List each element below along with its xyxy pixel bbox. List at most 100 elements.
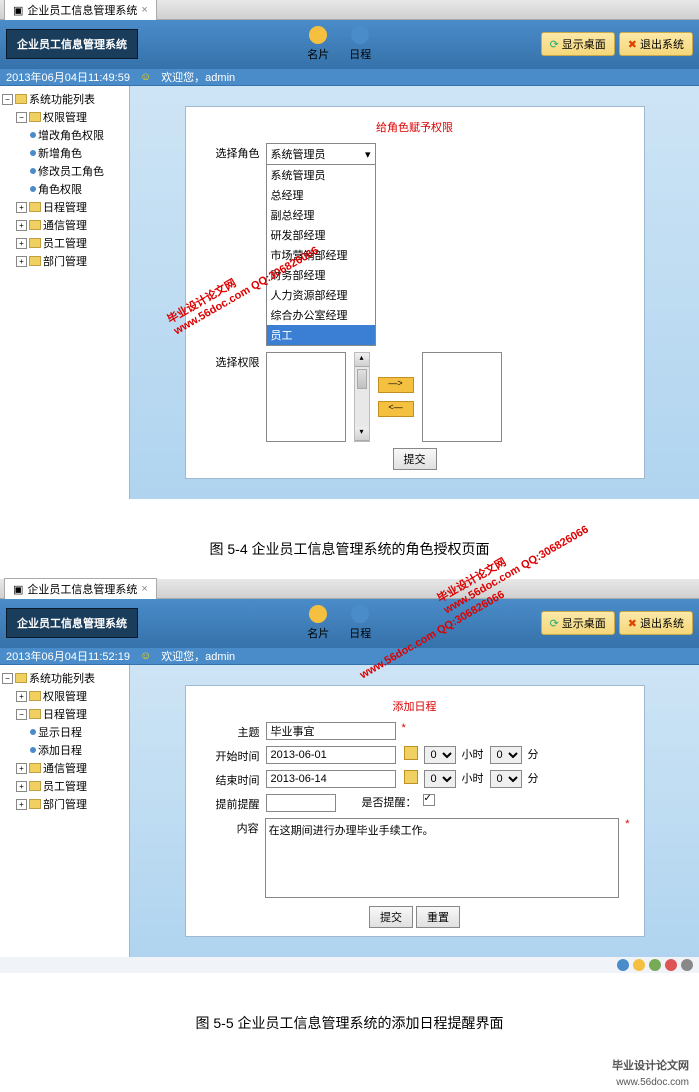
calendar-icon[interactable] (404, 746, 418, 760)
chevron-down-icon: ▾ (365, 148, 371, 161)
browser-tab[interactable]: ▣ 企业员工信息管理系统 × (4, 578, 157, 599)
collapse-icon[interactable]: − (2, 94, 13, 105)
dropdown-option[interactable]: 系统管理员 (267, 165, 375, 185)
folder-icon (29, 256, 41, 266)
bullet-icon (30, 747, 36, 753)
main-area: −系统功能列表 −权限管理 增改角色权限 新增角色 修改员工角色 角色权限 +日… (0, 86, 699, 499)
tree-leaf[interactable]: 角色权限 (2, 180, 127, 198)
subject-input[interactable] (266, 722, 396, 740)
tree-item[interactable]: +日程管理 (2, 198, 127, 216)
nav-schedule[interactable]: 日程 (349, 26, 371, 62)
end-min-select[interactable]: 00 (490, 770, 522, 788)
bullet-icon (30, 150, 36, 156)
desktop-button[interactable]: ⟳显示桌面 (541, 611, 615, 635)
remind-input[interactable] (266, 794, 336, 812)
exit-button[interactable]: ✖退出系统 (619, 611, 693, 635)
tree-item[interactable]: +权限管理 (2, 687, 127, 705)
reset-button[interactable]: 重置 (416, 906, 460, 928)
tree-item[interactable]: +通信管理 (2, 216, 127, 234)
tree-item[interactable]: +员工管理 (2, 777, 127, 795)
start-date-input[interactable] (266, 746, 396, 764)
dropdown-option[interactable]: 综合办公室经理 (267, 305, 375, 325)
expand-icon[interactable]: + (16, 238, 27, 249)
collapse-icon[interactable]: − (16, 709, 27, 720)
expand-icon[interactable]: + (16, 763, 27, 774)
tree-perm-mgmt[interactable]: −权限管理 (2, 108, 127, 126)
nav-card[interactable]: 名片 (307, 605, 329, 641)
dropdown-option[interactable]: 总经理 (267, 185, 375, 205)
tool-icon[interactable] (665, 959, 677, 971)
expand-icon[interactable]: + (16, 781, 27, 792)
expand-icon[interactable]: + (16, 799, 27, 810)
scrollbar[interactable]: ▴ ▾ (354, 352, 370, 442)
close-icon[interactable]: × (141, 583, 147, 595)
perm-available-list[interactable] (266, 352, 346, 442)
start-min-select[interactable]: 00 (490, 746, 522, 764)
expand-icon[interactable]: + (16, 220, 27, 231)
tree-leaf[interactable]: 新增角色 (2, 144, 127, 162)
tree-item[interactable]: +通信管理 (2, 759, 127, 777)
dropdown-option[interactable]: 市场营销部经理 (267, 245, 375, 265)
tree-item[interactable]: +部门管理 (2, 795, 127, 813)
browser-tab[interactable]: ▣ 企业员工信息管理系统 × (4, 0, 157, 20)
tool-icon[interactable] (633, 959, 645, 971)
bullet-icon (30, 168, 36, 174)
move-right-button[interactable]: —> (378, 377, 414, 393)
smiley-icon: ☺ (140, 71, 151, 83)
role-perm-panel: 给角色赋予权限 选择角色 系统管理员▾ 系统管理员 总经理 副总经理 研发部经理… (185, 106, 645, 479)
collapse-icon[interactable]: − (2, 673, 13, 684)
submit-button[interactable]: 提交 (393, 448, 437, 470)
tool-icon[interactable] (681, 959, 693, 971)
tool-icon[interactable] (617, 959, 629, 971)
content-textarea[interactable]: 在这期间进行办理毕业手续工作。 (265, 818, 620, 898)
scroll-down-icon[interactable]: ▾ (355, 427, 369, 441)
tree-leaf[interactable]: 显示日程 (2, 723, 127, 741)
tree-sched-mgmt[interactable]: −日程管理 (2, 705, 127, 723)
scroll-up-icon[interactable]: ▴ (355, 353, 369, 367)
submit-button[interactable]: 提交 (369, 906, 413, 928)
end-hour-select[interactable]: 00 (424, 770, 456, 788)
start-row: 开始时间 00 小时 00 分 (200, 746, 630, 764)
expand-icon[interactable]: + (16, 691, 27, 702)
dropdown-option[interactable]: 财务部经理 (267, 265, 375, 285)
role-row: 选择角色 系统管理员▾ 系统管理员 总经理 副总经理 研发部经理 市场营销部经理… (200, 143, 630, 346)
dropdown-option[interactable]: 研发部经理 (267, 225, 375, 245)
perm-selected-list[interactable] (422, 352, 502, 442)
tree-item[interactable]: +员工管理 (2, 234, 127, 252)
close-icon[interactable]: × (141, 4, 147, 16)
tree-item[interactable]: +部门管理 (2, 252, 127, 270)
app-header: 企业员工信息管理系统 名片 日程 ⟳显示桌面 ✖退出系统 (0, 599, 699, 647)
calendar-icon[interactable] (404, 770, 418, 784)
tree-root[interactable]: −系统功能列表 (2, 90, 127, 108)
collapse-icon[interactable]: − (16, 112, 27, 123)
expand-icon[interactable]: + (16, 256, 27, 267)
tree-root[interactable]: −系统功能列表 (2, 669, 127, 687)
main-area: −系统功能列表 +权限管理 −日程管理 显示日程 添加日程 +通信管理 +员工管… (0, 665, 699, 957)
exit-button[interactable]: ✖退出系统 (619, 32, 693, 56)
required-mark: * (625, 818, 629, 830)
dropdown-option[interactable]: 人力资源部经理 (267, 285, 375, 305)
dropdown-option[interactable]: 员工 (267, 325, 375, 345)
schedule-icon (351, 605, 369, 623)
tool-icon[interactable] (649, 959, 661, 971)
folder-icon (15, 94, 27, 104)
tree-leaf[interactable]: 添加日程 (2, 741, 127, 759)
role-select[interactable]: 系统管理员▾ 系统管理员 总经理 副总经理 研发部经理 市场营销部经理 财务部经… (266, 143, 376, 346)
card-icon (309, 605, 327, 623)
tree-leaf[interactable]: 增改角色权限 (2, 126, 127, 144)
is-remind-checkbox[interactable] (423, 794, 435, 806)
expand-icon[interactable]: + (16, 202, 27, 213)
nav-schedule[interactable]: 日程 (349, 605, 371, 641)
app-header: 企业员工信息管理系统 名片 日程 ⟳显示桌面 ✖退出系统 (0, 20, 699, 68)
dropdown-option[interactable]: 副总经理 (267, 205, 375, 225)
move-left-button[interactable]: <— (378, 401, 414, 417)
end-date-input[interactable] (266, 770, 396, 788)
sidebar: −系统功能列表 +权限管理 −日程管理 显示日程 添加日程 +通信管理 +员工管… (0, 665, 130, 957)
desktop-button[interactable]: ⟳显示桌面 (541, 32, 615, 56)
status-bar: 2013年06月04日11:52:19 ☺ 欢迎您，admin (0, 647, 699, 665)
footer-url: www.56doc.com (0, 1077, 699, 1092)
start-hour-select[interactable]: 00 (424, 746, 456, 764)
scroll-thumb[interactable] (357, 369, 367, 389)
nav-card[interactable]: 名片 (307, 26, 329, 62)
tree-leaf[interactable]: 修改员工角色 (2, 162, 127, 180)
